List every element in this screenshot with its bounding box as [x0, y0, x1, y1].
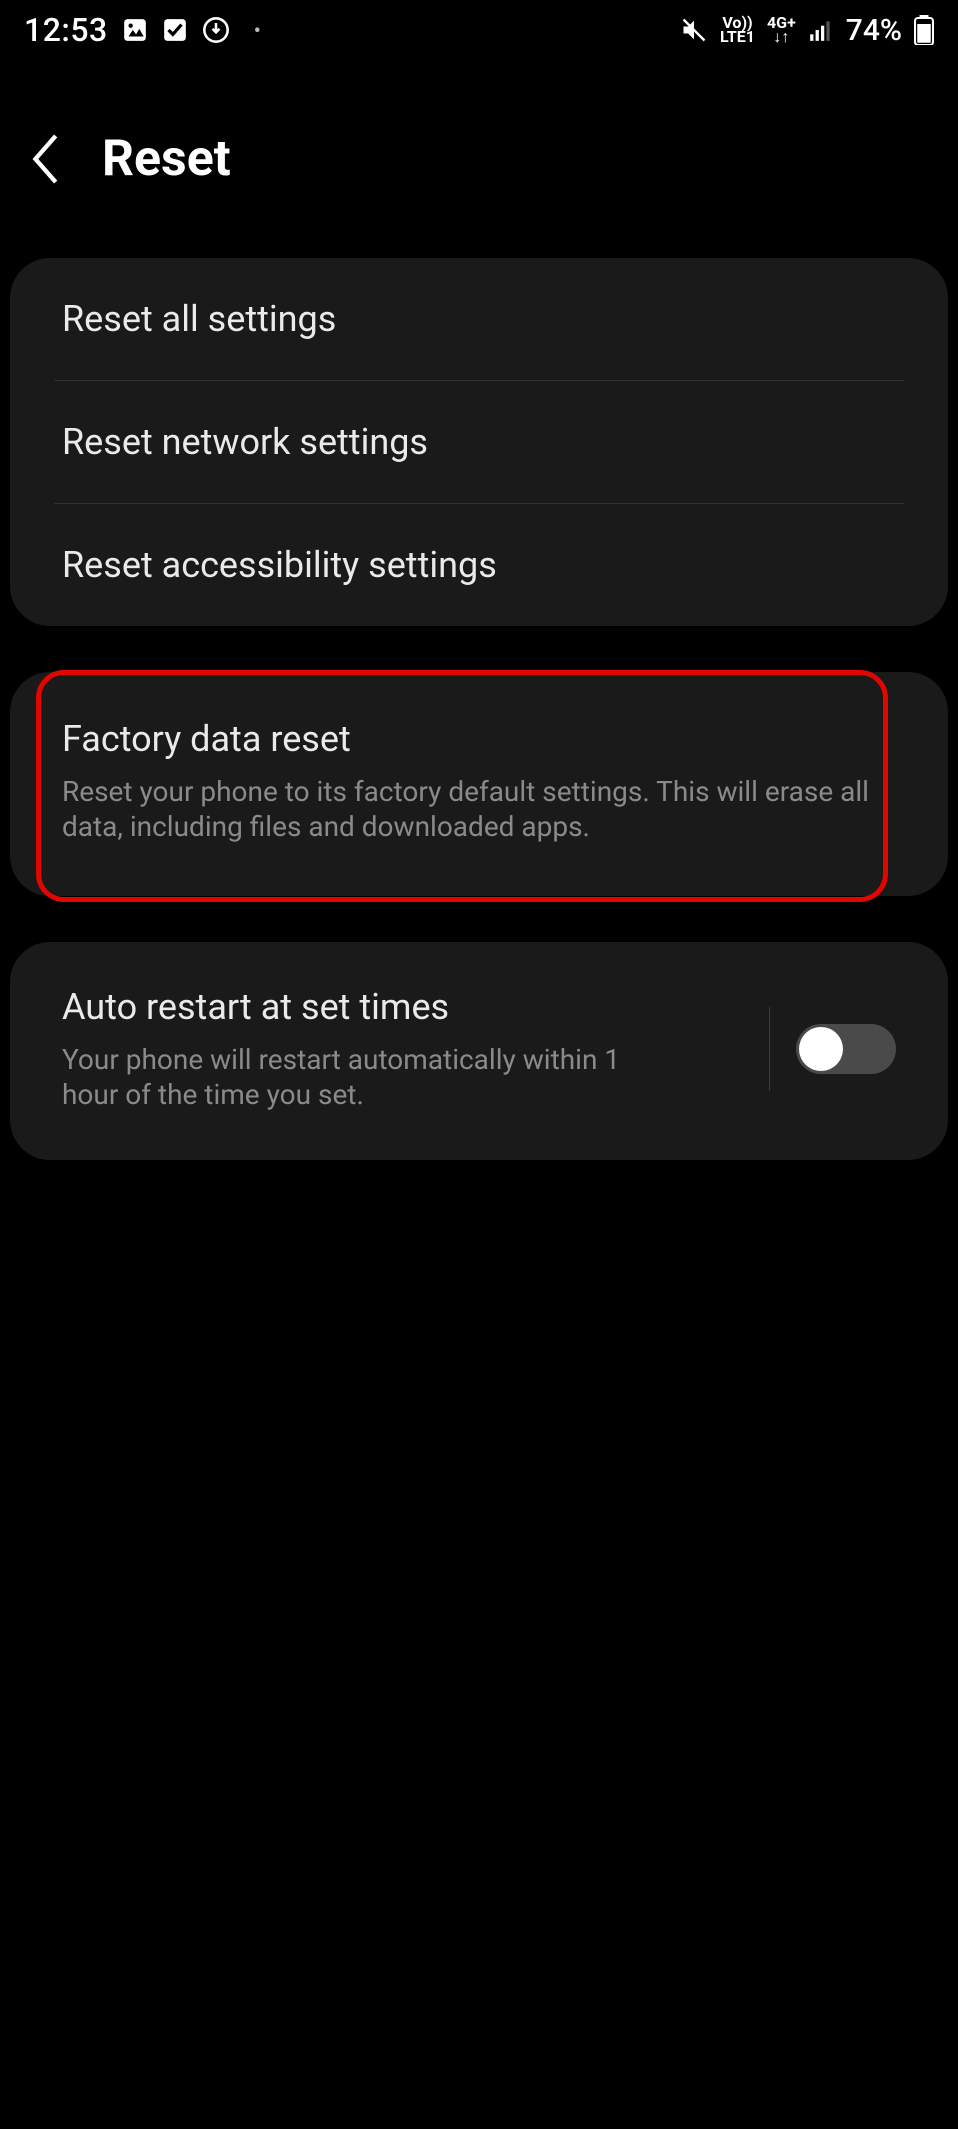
row-label: Auto restart at set times — [62, 986, 723, 1028]
auto-restart-row[interactable]: Auto restart at set times Your phone wil… — [10, 942, 948, 1160]
reset-accessibility-settings-row[interactable]: Reset accessibility settings — [10, 504, 948, 626]
battery-icon — [914, 15, 934, 45]
reset-all-settings-row[interactable]: Reset all settings — [10, 258, 948, 380]
row-description: Your phone will restart automatically wi… — [62, 1042, 682, 1112]
battery-percent: 74% — [846, 13, 902, 48]
auto-restart-toggle[interactable] — [796, 1024, 896, 1074]
signal-icon — [808, 17, 834, 43]
row-label: Reset network settings — [62, 421, 896, 463]
reset-network-settings-row[interactable]: Reset network settings — [10, 381, 948, 503]
toggle-knob — [799, 1027, 843, 1071]
more-notifications-dot: • — [254, 18, 261, 42]
factory-data-reset-row[interactable]: Factory data reset Reset your phone to i… — [10, 672, 948, 896]
factory-reset-card: Factory data reset Reset your phone to i… — [10, 672, 948, 896]
row-description: Reset your phone to its factory default … — [62, 774, 896, 844]
download-check-icon — [162, 17, 188, 43]
updates-icon — [202, 16, 230, 44]
network-type-indicator: 4G+ ↓↑ — [767, 16, 796, 45]
row-label: Factory data reset — [62, 718, 896, 760]
volte-indicator: Vo)) LTE1 — [720, 16, 755, 45]
row-label: Reset accessibility settings — [62, 544, 896, 586]
divider-vertical — [769, 1007, 770, 1091]
page-title: Reset — [102, 130, 231, 188]
mute-icon — [680, 16, 708, 44]
auto-restart-card: Auto restart at set times Your phone wil… — [10, 942, 948, 1160]
row-label: Reset all settings — [62, 298, 896, 340]
gallery-icon — [122, 17, 148, 43]
app-header: Reset — [0, 60, 958, 258]
status-bar: 12:53 • Vo)) LTE1 4G+ ↓↑ — [0, 0, 958, 60]
reset-options-card: Reset all settings Reset network setting… — [10, 258, 948, 626]
clock-time: 12:53 — [24, 11, 108, 49]
back-button[interactable] — [22, 134, 72, 184]
